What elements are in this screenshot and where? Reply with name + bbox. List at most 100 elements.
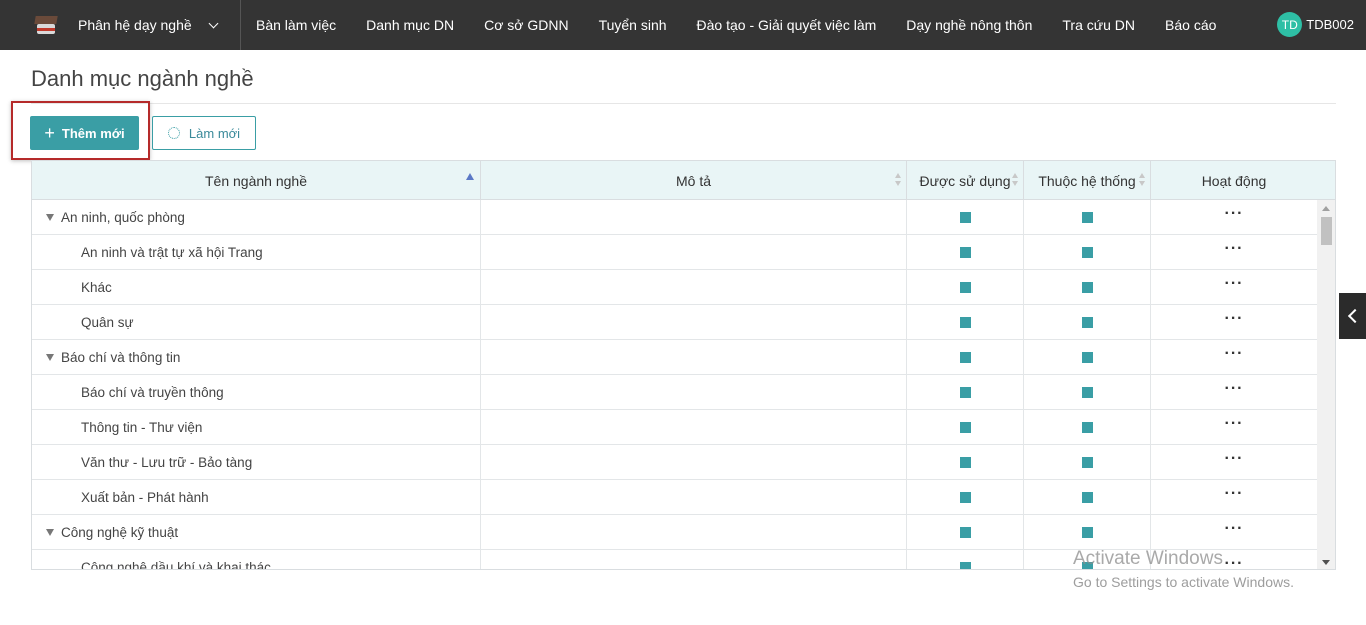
table-row[interactable]: An ninh và trật tự xã hội Trang ··· bbox=[32, 235, 1319, 270]
sort-icon bbox=[895, 173, 901, 187]
column-header-actions: Hoạt động bbox=[1151, 161, 1318, 200]
more-actions-icon[interactable]: ··· bbox=[1225, 381, 1244, 397]
cell-system bbox=[1024, 200, 1151, 234]
more-actions-icon[interactable]: ··· bbox=[1225, 486, 1244, 502]
nav-item-rural-training[interactable]: Dạy nghề nông thôn bbox=[891, 0, 1047, 50]
row-name-label: Công nghệ dầu khí và khai thác bbox=[81, 559, 271, 570]
more-actions-icon[interactable]: ··· bbox=[1225, 521, 1244, 537]
column-header-name-label: Tên ngành nghề bbox=[205, 172, 307, 189]
column-header-system-label: Thuộc hệ thống bbox=[1038, 172, 1136, 189]
cell-actions: ··· bbox=[1151, 235, 1318, 269]
status-square-icon bbox=[959, 491, 971, 503]
nav-item-reports[interactable]: Báo cáo bbox=[1150, 0, 1231, 50]
cell-name: Báo chí và thông tin bbox=[32, 340, 481, 374]
column-header-system[interactable]: Thuộc hệ thống bbox=[1024, 161, 1151, 200]
expand-caret-icon[interactable] bbox=[46, 528, 54, 536]
cell-description bbox=[481, 270, 907, 304]
more-actions-icon[interactable]: ··· bbox=[1225, 346, 1244, 362]
status-square-icon bbox=[959, 421, 971, 433]
more-actions-icon[interactable]: ··· bbox=[1225, 451, 1244, 467]
status-square-icon bbox=[1081, 246, 1093, 258]
more-actions-icon[interactable]: ··· bbox=[1225, 311, 1244, 327]
scroll-thumb[interactable] bbox=[1321, 217, 1332, 245]
status-square-icon bbox=[959, 281, 971, 293]
cell-actions: ··· bbox=[1151, 305, 1318, 339]
table-row[interactable]: Quân sự ··· bbox=[32, 305, 1319, 340]
status-square-icon bbox=[1081, 526, 1093, 538]
row-name-label: Xuất bản - Phát hành bbox=[81, 489, 209, 505]
cell-description bbox=[481, 480, 907, 514]
nav-item-enterprise-lookup[interactable]: Tra cứu DN bbox=[1047, 0, 1150, 50]
refresh-label: Làm mới bbox=[188, 125, 241, 141]
side-panel-toggle[interactable] bbox=[1339, 293, 1366, 339]
avatar: TD bbox=[1277, 12, 1303, 37]
cell-actions: ··· bbox=[1151, 410, 1318, 444]
status-square-icon bbox=[1081, 211, 1093, 223]
cell-description bbox=[481, 200, 907, 234]
cell-system bbox=[1024, 270, 1151, 304]
column-header-description[interactable]: Mô tả bbox=[481, 161, 907, 200]
nav-item-enrollment[interactable]: Tuyển sinh bbox=[584, 0, 682, 50]
graduation-book-icon[interactable] bbox=[33, 12, 59, 38]
expand-caret-icon[interactable] bbox=[46, 353, 54, 361]
column-header-description-label: Mô tả bbox=[675, 172, 711, 189]
status-square-icon bbox=[1081, 421, 1093, 433]
column-header-in-use[interactable]: Được sử dụng bbox=[907, 161, 1024, 200]
more-actions-icon[interactable]: ··· bbox=[1225, 556, 1244, 570]
more-actions-icon[interactable]: ··· bbox=[1225, 241, 1244, 257]
status-square-icon bbox=[959, 211, 971, 223]
column-header-actions-label: Hoạt động bbox=[1201, 172, 1267, 189]
module-selector[interactable]: Phân hệ dạy nghề bbox=[78, 0, 233, 50]
refresh-button[interactable]: Làm mới bbox=[152, 116, 256, 150]
status-square-icon bbox=[959, 526, 971, 538]
cell-description bbox=[481, 550, 907, 569]
cell-system bbox=[1024, 480, 1151, 514]
table-row[interactable]: Văn thư - Lưu trữ - Bảo tàng ··· bbox=[32, 445, 1319, 480]
chevron-down-icon bbox=[208, 18, 219, 28]
expand-caret-icon[interactable] bbox=[46, 213, 54, 221]
column-header-name[interactable]: Tên ngành nghề bbox=[32, 161, 481, 200]
row-name-label: Văn thư - Lưu trữ - Bảo tàng bbox=[81, 454, 253, 470]
activation-watermark-title: Activate Windows bbox=[1073, 548, 1223, 569]
cell-system bbox=[1024, 305, 1151, 339]
table-row[interactable]: Thông tin - Thư viện ··· bbox=[32, 410, 1319, 445]
cell-description bbox=[481, 235, 907, 269]
grid-body: An ninh, quốc phòng ··· An ninh và trật tự… bbox=[32, 200, 1319, 570]
more-actions-icon[interactable]: ··· bbox=[1225, 416, 1244, 432]
table-row[interactable]: Công nghệ kỹ thuật ··· bbox=[32, 515, 1319, 550]
table-row[interactable]: Báo chí và truyền thông ··· bbox=[32, 375, 1319, 410]
nav-item-desk[interactable]: Bàn làm việc bbox=[241, 0, 351, 50]
more-actions-icon[interactable]: ··· bbox=[1225, 276, 1244, 292]
add-new-button[interactable]: + Thêm mới bbox=[30, 116, 139, 150]
row-name-label: Khác bbox=[81, 279, 112, 295]
status-square-icon bbox=[959, 316, 971, 328]
nav-item-enterprise-list[interactable]: Danh mục DN bbox=[351, 0, 469, 50]
status-square-icon bbox=[959, 386, 971, 398]
cell-in-use bbox=[907, 235, 1024, 269]
cell-in-use bbox=[907, 200, 1024, 234]
nav-item-vocational-institutions[interactable]: Cơ sở GDNN bbox=[469, 0, 583, 50]
cell-name: Thông tin - Thư viện bbox=[32, 410, 481, 444]
nav-item-training-employment[interactable]: Đào tạo - Giải quyết việc làm bbox=[682, 0, 892, 50]
table-row[interactable]: Xuất bản - Phát hành ··· bbox=[32, 480, 1319, 515]
cell-name: Xuất bản - Phát hành bbox=[32, 480, 481, 514]
cell-actions: ··· bbox=[1151, 340, 1318, 374]
sort-icon bbox=[1012, 173, 1018, 187]
cell-in-use bbox=[907, 340, 1024, 374]
row-name-label: Thông tin - Thư viện bbox=[81, 419, 203, 435]
cell-actions: ··· bbox=[1151, 445, 1318, 479]
table-row[interactable]: Khác ··· bbox=[32, 270, 1319, 305]
table-row[interactable]: An ninh, quốc phòng ··· bbox=[32, 200, 1319, 235]
more-actions-icon[interactable]: ··· bbox=[1225, 206, 1244, 222]
cell-actions: ··· bbox=[1151, 200, 1318, 234]
status-square-icon bbox=[1081, 456, 1093, 468]
scroll-up-icon[interactable] bbox=[1322, 206, 1330, 211]
scroll-down-icon[interactable] bbox=[1322, 560, 1330, 565]
vertical-scrollbar[interactable] bbox=[1317, 200, 1335, 569]
user-menu[interactable]: TD TDB002 bbox=[1277, 12, 1354, 37]
table-row[interactable]: Báo chí và thông tin ··· bbox=[32, 340, 1319, 375]
status-square-icon bbox=[959, 456, 971, 468]
cell-system bbox=[1024, 235, 1151, 269]
cell-in-use bbox=[907, 375, 1024, 409]
top-navbar: Phân hệ dạy nghề Bàn làm việc Danh mục D… bbox=[0, 0, 1366, 50]
